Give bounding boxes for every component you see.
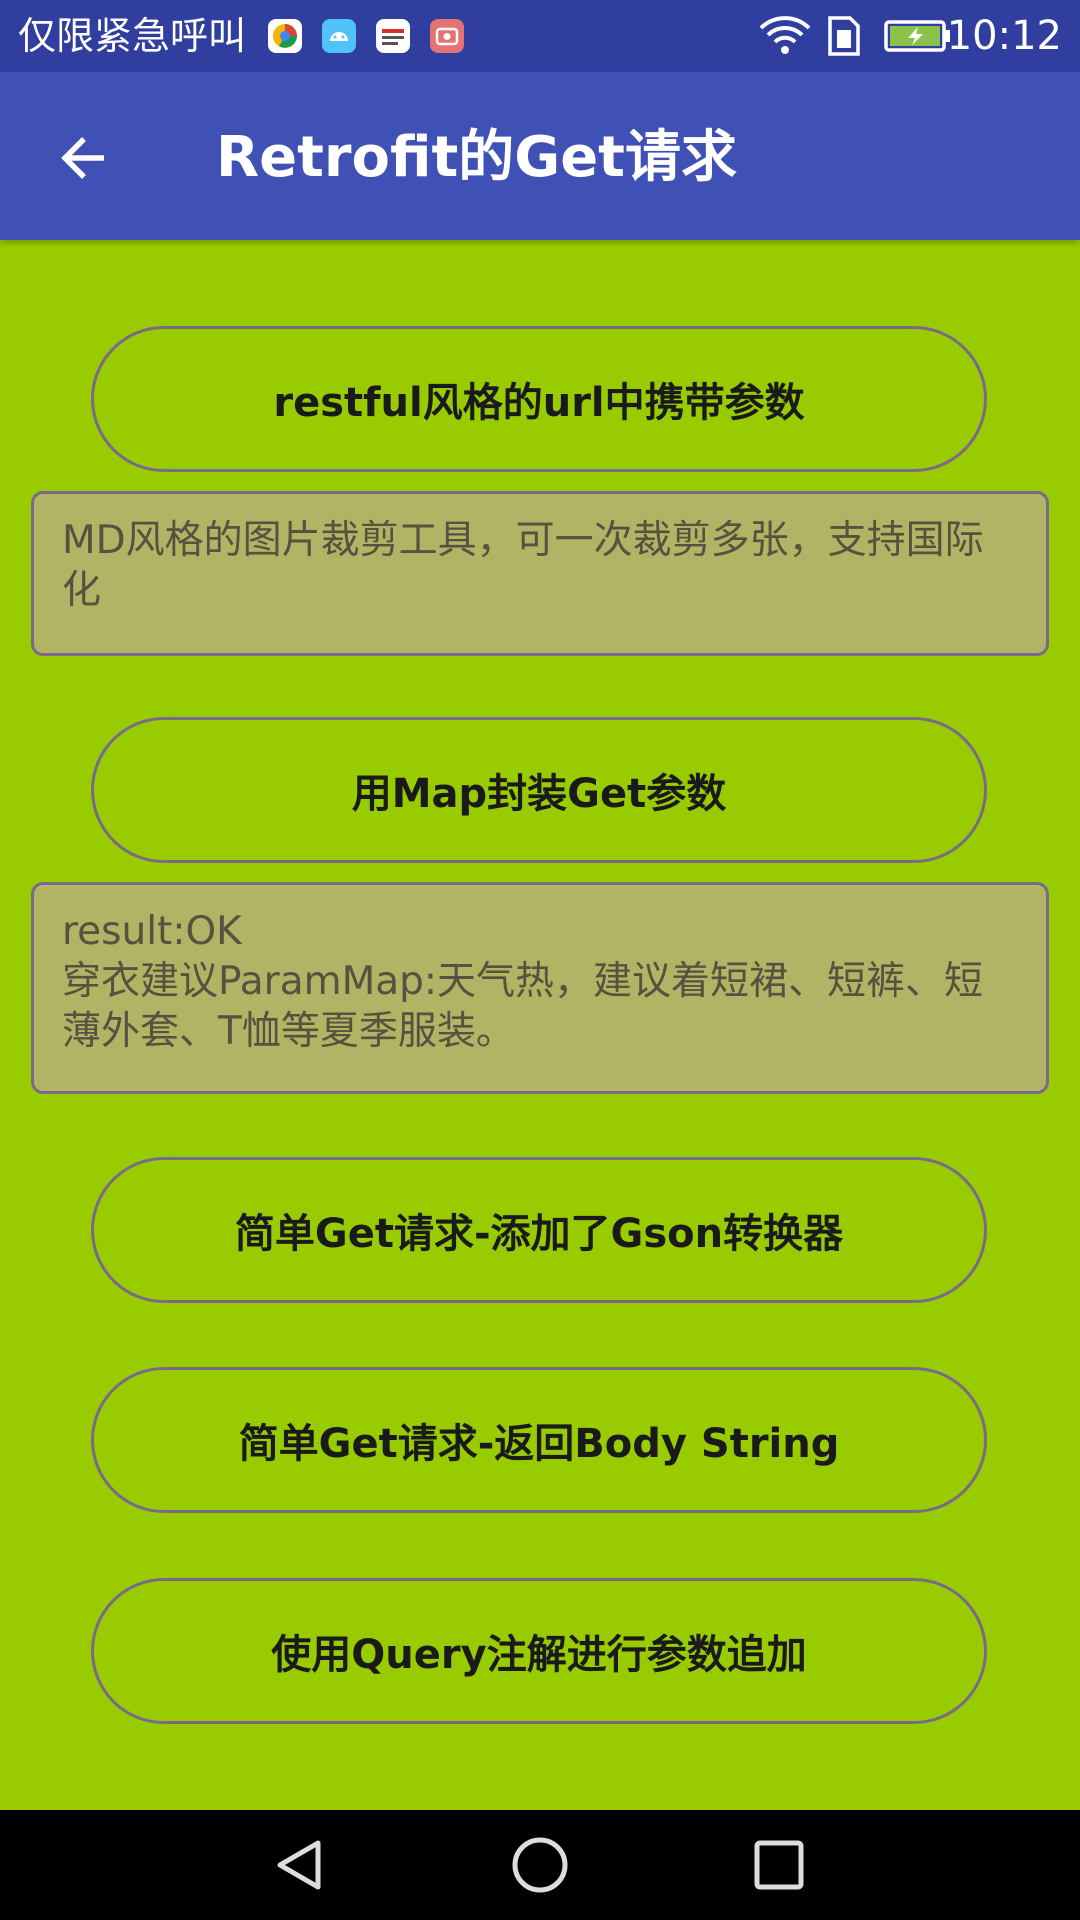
carrier-label: 仅限紧急呼叫 — [18, 14, 247, 58]
restful-url-params-button[interactable]: restful风格的url中携带参数 — [91, 326, 987, 472]
status-bar: 仅限紧急呼叫 10:12 — [0, 0, 1080, 72]
gson-converter-get-button[interactable]: 简单Get请求-添加了Gson转换器 — [91, 1157, 987, 1303]
wifi-icon — [758, 16, 812, 60]
battery-charging-icon — [884, 16, 952, 60]
browser-app-icon — [268, 19, 302, 53]
result-text-2: result:OK 穿衣建议ParamMap:天气热，建议着短裙、短裤、短薄外套… — [31, 882, 1049, 1094]
sim-icon — [826, 16, 862, 60]
back-button[interactable] — [42, 116, 126, 200]
clock: 10:12 — [946, 13, 1062, 59]
arrow-left-icon — [61, 137, 104, 179]
map-get-params-button[interactable]: 用Map封装Get参数 — [91, 717, 987, 863]
nav-back-button[interactable] — [270, 1835, 330, 1895]
recents-square-icon — [754, 1840, 804, 1890]
nav-home-button[interactable] — [510, 1835, 570, 1895]
result-text-1: MD风格的图片裁剪工具，可一次裁剪多张，支持国际化 — [31, 491, 1049, 656]
back-triangle-icon — [277, 1840, 321, 1890]
query-annotation-button[interactable]: 使用Query注解进行参数追加 — [91, 1578, 987, 1724]
recorder-app-icon — [430, 19, 464, 53]
nav-recents-button[interactable] — [749, 1835, 809, 1895]
news-app-icon — [376, 19, 410, 53]
home-circle-icon — [512, 1837, 568, 1893]
toolbar: Retrofit的Get请求 — [0, 72, 1080, 240]
page-title: Retrofit的Get请求 — [216, 125, 737, 190]
body-string-get-button[interactable]: 简单Get请求-返回Body String — [91, 1367, 987, 1513]
main-content: restful风格的url中携带参数 MD风格的图片裁剪工具，可一次裁剪多张，支… — [0, 240, 1080, 1810]
android-app-icon — [322, 19, 356, 53]
navigation-bar — [0, 1810, 1080, 1920]
